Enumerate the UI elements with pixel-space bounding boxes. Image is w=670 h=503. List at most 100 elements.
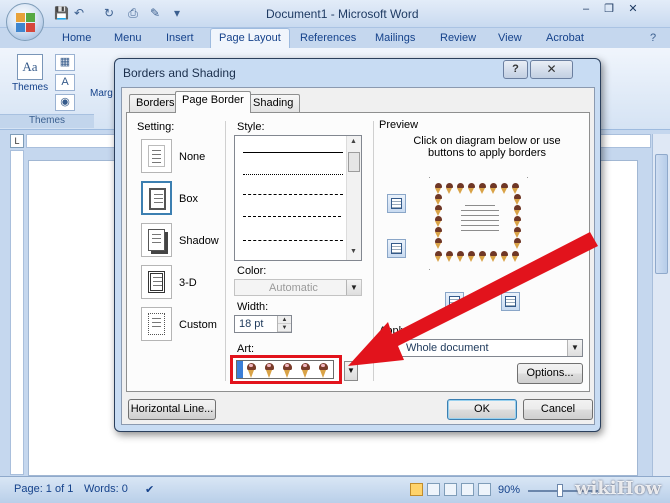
setting-none-label[interactable]: None bbox=[179, 151, 205, 163]
page-count[interactable]: Page: 1 of 1 bbox=[14, 483, 73, 495]
tab-page-border[interactable]: Page Border bbox=[175, 91, 251, 113]
web-layout-button[interactable] bbox=[444, 483, 457, 496]
cancel-button[interactable]: Cancel bbox=[523, 399, 593, 420]
setting-custom-label[interactable]: Custom bbox=[179, 319, 217, 331]
scroll-up-icon[interactable]: ▲ bbox=[350, 138, 357, 145]
color-value: Automatic bbox=[269, 282, 318, 294]
preview-cone-icon bbox=[435, 183, 442, 194]
office-button[interactable] bbox=[6, 3, 44, 41]
style-scroll-thumb[interactable] bbox=[348, 152, 360, 172]
left-border-button[interactable] bbox=[445, 292, 464, 311]
tab-selector[interactable]: L bbox=[10, 134, 24, 148]
style-solid[interactable] bbox=[243, 152, 343, 153]
ok-button[interactable]: OK bbox=[447, 399, 517, 420]
setting-shadow-icon[interactable] bbox=[141, 223, 172, 257]
themes-group-label: Themes bbox=[0, 114, 94, 128]
draft-view-button[interactable] bbox=[478, 483, 491, 496]
scroll-down-icon[interactable]: ▼ bbox=[350, 248, 357, 255]
preview-corner-mark bbox=[429, 269, 430, 270]
word-count[interactable]: Words: 0 bbox=[84, 483, 128, 495]
apply-to-dropdown[interactable]: Whole document ▼ bbox=[379, 339, 583, 357]
preview-corner-mark bbox=[527, 269, 528, 270]
ice-cream-icon bbox=[283, 363, 292, 378]
setting-box-icon[interactable] bbox=[141, 181, 172, 215]
tab-insert[interactable]: Insert bbox=[166, 32, 194, 44]
chevron-down-icon[interactable]: ▼ bbox=[346, 280, 361, 295]
spelling-icon[interactable]: ✎ bbox=[148, 6, 162, 20]
scrollbar-thumb[interactable] bbox=[655, 154, 668, 274]
dialog-title: Borders and Shading bbox=[123, 66, 236, 80]
restore-button[interactable]: ❐ bbox=[598, 2, 620, 18]
style-dash[interactable] bbox=[243, 216, 341, 217]
preview-cone-icon bbox=[490, 183, 497, 194]
top-border-button[interactable] bbox=[387, 194, 406, 213]
themes-button[interactable]: Aa Themes bbox=[12, 52, 48, 112]
tab-menu[interactable]: Menu bbox=[114, 32, 142, 44]
zoom-level[interactable]: 90% bbox=[498, 484, 520, 496]
preview-corner-mark bbox=[429, 177, 430, 178]
chevron-down-icon[interactable]: ▼ bbox=[567, 340, 582, 356]
separator-right bbox=[373, 121, 374, 381]
apply-to-value: Whole document bbox=[406, 342, 489, 354]
width-spinner[interactable]: 18 pt ▲ ▼ bbox=[234, 315, 292, 333]
customize-toolbar-icon[interactable]: ▾ bbox=[170, 6, 184, 20]
tab-acrobat[interactable]: Acrobat bbox=[546, 32, 584, 44]
undo-icon[interactable]: ↶ bbox=[72, 6, 86, 20]
ribbon-tabs: Home Menu Insert Page Layout References … bbox=[0, 28, 670, 48]
zoom-slider-knob[interactable] bbox=[557, 484, 563, 497]
setting-box-label[interactable]: Box bbox=[179, 193, 198, 205]
art-dropdown-chevron-icon[interactable]: ▼ bbox=[344, 361, 358, 381]
proofing-icon[interactable]: ✔ bbox=[145, 483, 154, 496]
setting-3d-icon[interactable] bbox=[141, 265, 172, 299]
art-selected-value[interactable] bbox=[236, 360, 334, 379]
art-dropdown[interactable] bbox=[230, 355, 342, 384]
width-stepper[interactable]: ▲ ▼ bbox=[277, 316, 291, 332]
print-icon[interactable]: ⎙ bbox=[126, 6, 140, 20]
setting-shadow-label[interactable]: Shadow bbox=[179, 235, 219, 247]
tab-references[interactable]: References bbox=[300, 32, 356, 44]
preview-diagram[interactable] bbox=[429, 177, 528, 270]
dialog-help-button[interactable]: ? bbox=[503, 60, 528, 79]
horizontal-line-button[interactable]: Horizontal Line... bbox=[128, 399, 216, 420]
style-small-dash[interactable] bbox=[243, 194, 343, 195]
preview-cone-icon bbox=[514, 216, 521, 227]
options-button[interactable]: Options... bbox=[517, 363, 583, 384]
setting-custom-icon[interactable] bbox=[141, 307, 172, 341]
help-icon[interactable]: ? bbox=[650, 32, 656, 44]
ice-cream-icon bbox=[265, 363, 274, 378]
print-layout-view-button[interactable] bbox=[410, 483, 423, 496]
margins-label[interactable]: Marg bbox=[90, 88, 113, 99]
theme-colors-button[interactable]: ▦ bbox=[55, 54, 75, 71]
setting-none-icon[interactable] bbox=[141, 139, 172, 173]
tab-view[interactable]: View bbox=[498, 32, 522, 44]
tab-borders[interactable]: Borders bbox=[129, 94, 182, 112]
preview-cone-icon bbox=[435, 238, 442, 249]
tab-home[interactable]: Home bbox=[62, 32, 91, 44]
tab-review[interactable]: Review bbox=[440, 32, 476, 44]
vertical-ruler[interactable] bbox=[10, 150, 24, 475]
full-screen-reading-button[interactable] bbox=[427, 483, 440, 496]
tab-mailings[interactable]: Mailings bbox=[375, 32, 415, 44]
outline-view-button[interactable] bbox=[461, 483, 474, 496]
style-dash-dot[interactable] bbox=[243, 240, 343, 241]
status-bar: Page: 1 of 1 Words: 0 ✔ 90% bbox=[0, 476, 670, 503]
style-list-scrollbar[interactable]: ▲ ▼ bbox=[346, 136, 361, 260]
theme-effects-button[interactable]: ◉ bbox=[55, 94, 75, 111]
right-border-button[interactable] bbox=[501, 292, 520, 311]
vertical-scrollbar[interactable] bbox=[652, 134, 670, 476]
close-window-button[interactable]: ✕ bbox=[622, 2, 644, 18]
theme-fonts-button[interactable]: A bbox=[55, 74, 75, 91]
dialog-close-button[interactable]: ✕ bbox=[530, 60, 573, 79]
bottom-border-button[interactable] bbox=[387, 239, 406, 258]
minimize-button[interactable]: – bbox=[575, 2, 597, 18]
spin-up-icon[interactable]: ▲ bbox=[278, 316, 291, 324]
setting-3d-label[interactable]: 3-D bbox=[179, 277, 197, 289]
style-list[interactable]: ▲ ▼ bbox=[234, 135, 362, 261]
redo-icon[interactable]: ↻ bbox=[102, 6, 116, 20]
spin-down-icon[interactable]: ▼ bbox=[278, 324, 291, 332]
tab-shading[interactable]: Shading bbox=[246, 94, 301, 112]
save-icon[interactable]: 💾 bbox=[54, 6, 69, 20]
style-dotted[interactable] bbox=[243, 174, 343, 175]
color-dropdown[interactable]: Automatic ▼ bbox=[234, 279, 362, 296]
tab-page-layout[interactable]: Page Layout bbox=[210, 28, 290, 48]
